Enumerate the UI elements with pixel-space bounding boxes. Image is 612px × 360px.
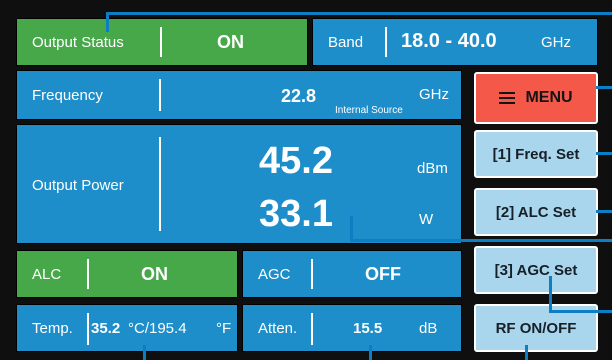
divider [160, 27, 162, 57]
agc-label: AGC [258, 266, 291, 283]
callout-line-status [106, 12, 612, 15]
callout-line-temp [143, 345, 146, 360]
hamburger-icon [499, 92, 516, 104]
callout-line-alc-set [596, 210, 612, 213]
callout-line-power [350, 239, 612, 242]
frequency-source: Internal Source [335, 105, 403, 116]
callout-line-status-drop [106, 12, 109, 32]
menu-button-label: MENU [525, 89, 573, 106]
temperature-celsius-value: 35.2 [91, 320, 121, 337]
divider [159, 137, 161, 231]
divider [311, 313, 313, 345]
agc-value: OFF [365, 264, 401, 284]
output-status-label: Output Status [32, 34, 124, 51]
attenuation-unit: dB [419, 320, 438, 337]
divider [159, 79, 161, 111]
temperature-fahrenheit-unit: °F [216, 320, 232, 337]
output-power-w-value: 33.1 [259, 193, 333, 235]
callout-line-menu [596, 86, 612, 89]
band-panel: Band 18.0 - 40.0 GHz [312, 18, 598, 66]
frequency-value: 22.8 [281, 86, 317, 106]
attenuation-label: Atten. [258, 320, 298, 337]
output-power-w-unit: W [419, 211, 434, 228]
alc-set-button[interactable]: [2] ALC Set [474, 188, 598, 236]
divider [385, 27, 387, 57]
alc-value: ON [141, 264, 168, 284]
divider [87, 259, 89, 289]
temperature-label: Temp. [32, 320, 73, 337]
callout-line-agc-set [549, 310, 612, 313]
agc-set-button[interactable]: [3] AGC Set [474, 246, 598, 294]
callout-line-rf [525, 345, 528, 360]
band-label: Band [328, 34, 364, 51]
freq-set-button[interactable]: [1] Freq. Set [474, 130, 598, 178]
output-status-value: ON [217, 32, 244, 52]
output-power-label: Output Power [32, 177, 124, 194]
frequency-label: Frequency [32, 87, 103, 104]
output-power-panel: Output Power 45.2 dBm 33.1 W [16, 124, 462, 244]
output-status-panel: Output Status ON [16, 18, 308, 66]
agc-panel: AGC OFF [242, 250, 462, 298]
alc-label: ALC [32, 266, 62, 283]
attenuation-value: 15.5 [353, 320, 383, 337]
callout-line-agc-set-drop [549, 276, 552, 312]
frequency-panel: Frequency 22.8 Internal Source GHz [16, 70, 462, 120]
divider [311, 259, 313, 289]
frequency-unit: GHz [419, 86, 449, 103]
menu-button[interactable]: MENU [474, 72, 598, 124]
band-value: 18.0 - 40.0 [401, 30, 497, 52]
attenuation-panel: Atten. 15.5 dB [242, 304, 462, 352]
band-unit: GHz [541, 34, 571, 51]
output-power-dbm-value: 45.2 [259, 140, 333, 182]
callout-line-freq-set [596, 152, 612, 155]
divider [87, 313, 89, 345]
alc-panel: ALC ON [16, 250, 238, 298]
callout-line-atten [369, 345, 372, 360]
temperature-reading: °C/195.4 [128, 320, 187, 337]
temperature-panel: Temp. 35.2 °C/195.4 °F [16, 304, 238, 352]
output-power-dbm-unit: dBm [417, 160, 448, 177]
